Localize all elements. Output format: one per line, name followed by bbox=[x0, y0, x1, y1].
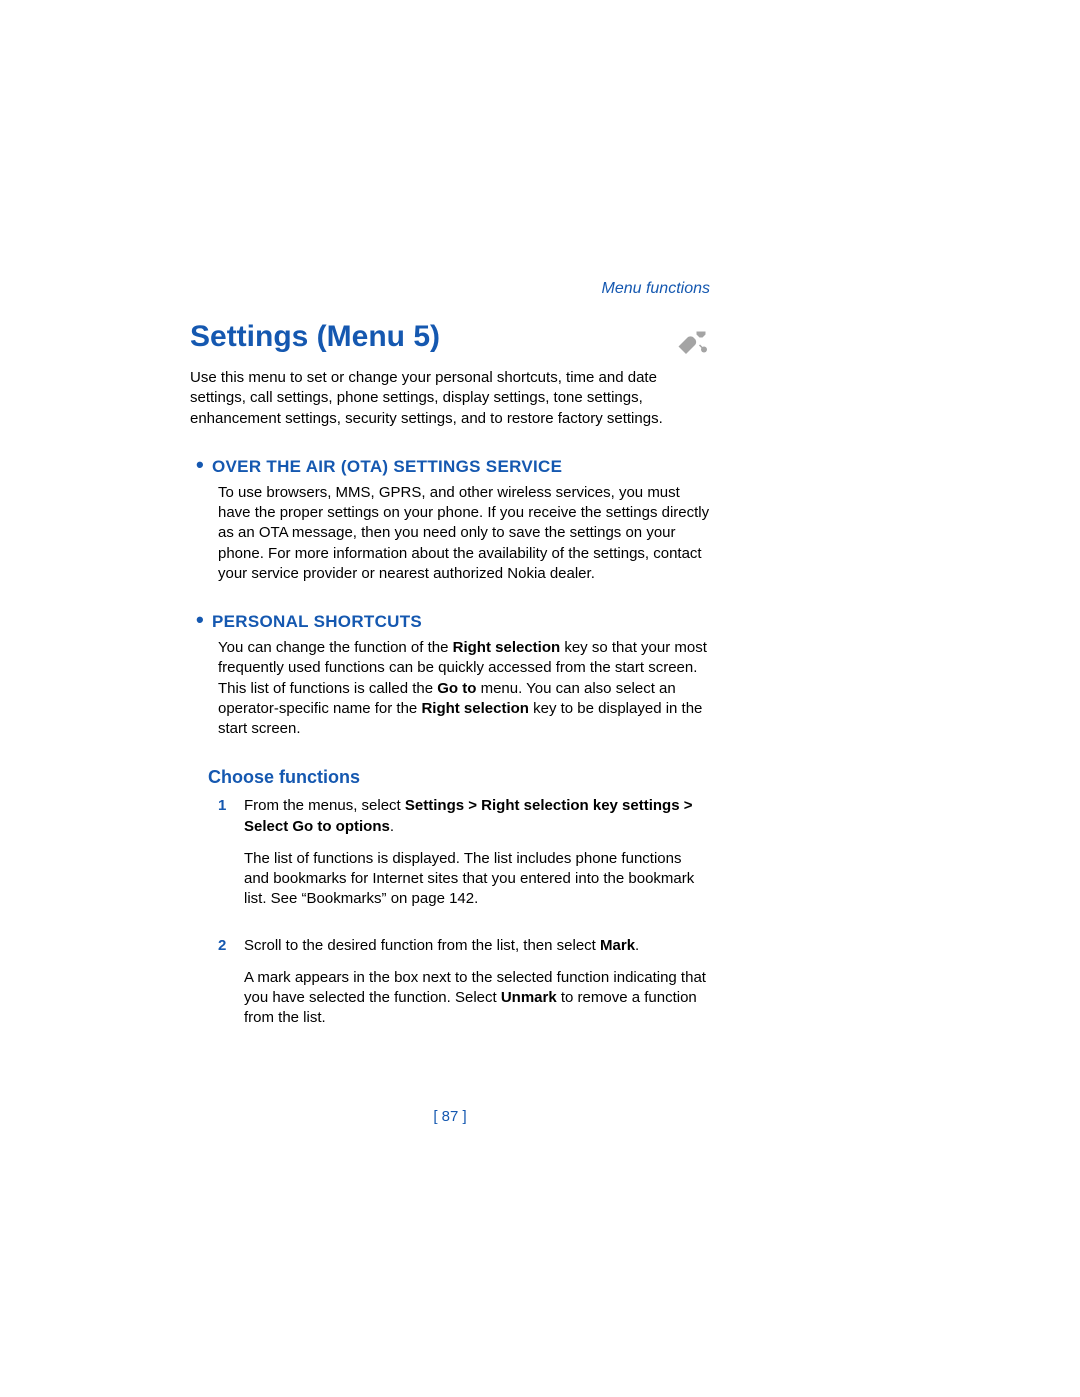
section-heading-ota: • OVER THE AIR (OTA) SETTINGS SERVICE bbox=[190, 457, 710, 477]
title-row: Settings (Menu 5) bbox=[190, 320, 710, 368]
document-page: Menu functions Settings (Menu 5) Use thi… bbox=[190, 280, 710, 1055]
section-body-personal: You can change the function of the Right… bbox=[218, 638, 710, 739]
step-number: 2 bbox=[218, 936, 232, 1041]
intro-paragraph: Use this menu to set or change your pers… bbox=[190, 368, 710, 429]
page-number: [ 87 ] bbox=[190, 1108, 710, 1125]
section-heading-personal-text: PERSONAL SHORTCUTS bbox=[212, 612, 422, 632]
subheading-choose-functions: Choose functions bbox=[208, 767, 710, 788]
step-2: 2 Scroll to the desired function from th… bbox=[218, 936, 710, 1041]
tools-icon bbox=[674, 329, 710, 360]
section-heading-ota-text: OVER THE AIR (OTA) SETTINGS SERVICE bbox=[212, 457, 562, 477]
step-body: From the menus, select Settings > Right … bbox=[244, 796, 710, 921]
section-body-ota: To use browsers, MMS, GPRS, and other wi… bbox=[218, 483, 710, 584]
running-header: Menu functions bbox=[190, 280, 710, 298]
step-1: 1 From the menus, select Settings > Righ… bbox=[218, 796, 710, 921]
section-heading-personal: • PERSONAL SHORTCUTS bbox=[190, 612, 710, 632]
step-number: 1 bbox=[218, 796, 232, 921]
page-title: Settings (Menu 5) bbox=[190, 320, 440, 354]
step-body: Scroll to the desired function from the … bbox=[244, 936, 710, 1041]
